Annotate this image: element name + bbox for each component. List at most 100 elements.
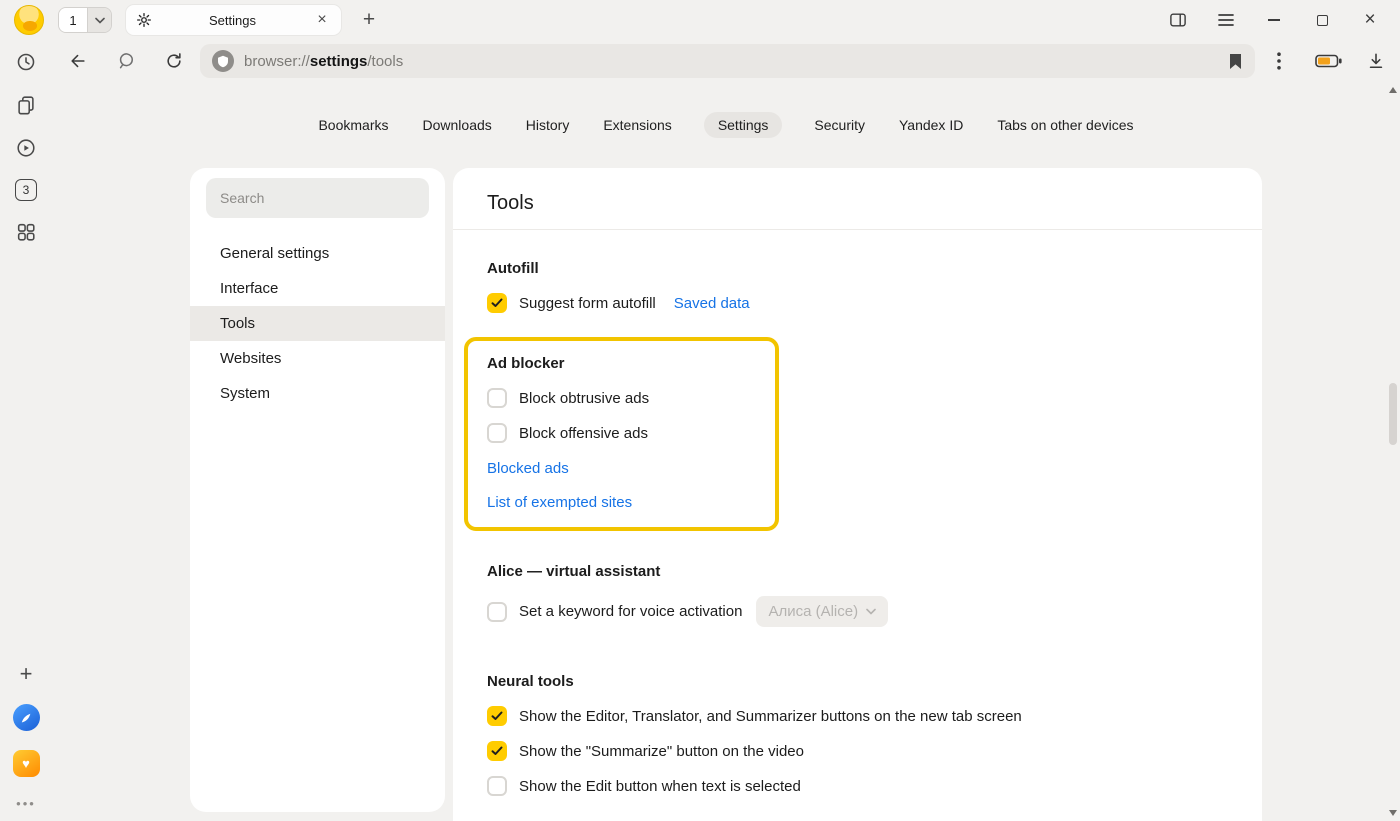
edit-selected-text-checkbox[interactable] [487,776,507,796]
section-neural-tools: Neural tools Show the Editor, Translator… [487,673,1228,796]
nav-security[interactable]: Security [812,112,867,138]
nav-bookmarks[interactable]: Bookmarks [316,112,390,138]
section-alice: Alice — virtual assistant Set a keyword … [487,563,1228,627]
profile-avatar[interactable] [14,5,44,35]
block-offensive-ads-checkbox[interactable] [487,423,507,443]
site-badge-icon[interactable] [212,50,234,72]
tab-count-badge[interactable]: 3 [15,179,37,201]
bookmark-flag-icon[interactable] [1228,53,1243,70]
nav-settings[interactable]: Settings [704,112,783,138]
nav-downloads[interactable]: Downloads [421,112,494,138]
settings-page: Bookmarks Downloads History Extensions S… [52,82,1400,821]
apps-grid-icon[interactable] [14,220,38,244]
sidebar-item-websites[interactable]: Websites [190,341,445,376]
downloads-icon[interactable] [1366,51,1386,71]
section-heading: Alice — virtual assistant [487,563,1228,580]
summarize-video-checkbox[interactable] [487,741,507,761]
refresh-icon[interactable] [162,49,186,73]
tab-settings[interactable]: Settings × [126,5,341,35]
gear-icon [136,12,152,28]
minimize-button[interactable] [1266,12,1282,28]
close-button[interactable]: × [1362,12,1378,28]
checkmark-icon [491,746,503,756]
checkbox-label: Show the Edit button when text is select… [519,778,801,795]
checkbox-label: Show the "Summarize" button on the video [519,743,804,760]
sidebar-item-label: Websites [220,350,281,367]
scroll-down-arrow-icon[interactable] [1389,810,1397,816]
dropdown-value: Алиса (Alice) [768,603,858,620]
search-input[interactable] [206,178,429,218]
checkbox-label: Block obtrusive ads [519,390,649,407]
suggest-autofill-checkbox[interactable] [487,293,507,313]
tab-count-value: 1 [59,8,87,32]
neural-row: Show the "Summarize" button on the video [487,741,1228,761]
tab-title: Settings [152,13,313,28]
sidebar-item-label: General settings [220,245,329,262]
sidebar-item-label: Tools [220,315,255,332]
nav-yandex-id[interactable]: Yandex ID [897,112,965,138]
nav-extensions[interactable]: Extensions [601,112,673,138]
tab-list-dropdown[interactable] [87,8,111,32]
history-icon[interactable] [14,50,38,74]
tab-close-icon[interactable]: × [313,11,331,29]
ad-blocker-row: Block obtrusive ads [487,388,755,408]
checkbox-label: Suggest form autofill [519,295,656,312]
favorites-heart-icon[interactable]: ♥ [13,750,40,777]
rail-add-icon[interactable]: + [20,663,33,685]
rail-more-icon[interactable]: ••• [16,796,36,811]
exempted-sites-link[interactable]: List of exempted sites [487,494,755,511]
yandex-browser-logo-icon[interactable] [13,704,40,731]
new-tab-button[interactable]: + [357,8,381,32]
chevron-down-icon [866,608,876,615]
tab-counter[interactable]: 1 [58,7,112,33]
sidebar-item-interface[interactable]: Interface [190,271,445,306]
checkbox-label: Block offensive ads [519,425,648,442]
chevron-down-icon [95,17,105,24]
section-heading: Neural tools [487,673,1228,690]
alice-row: Set a keyword for voice activation Алиса… [487,596,1228,627]
alice-keyword-dropdown[interactable]: Алиса (Alice) [756,596,888,627]
battery-icon[interactable] [1315,54,1342,68]
neural-row: Show the Edit button when text is select… [487,776,1228,796]
checkmark-icon [491,711,503,721]
back-icon[interactable] [66,49,90,73]
more-options-icon[interactable] [1269,52,1289,70]
sidebar-item-tools[interactable]: Tools [190,306,445,341]
sidebar-item-general-settings[interactable]: General settings [190,236,445,271]
editor-buttons-checkbox[interactable] [487,706,507,726]
neural-row: Show the Editor, Translator, and Summari… [487,706,1228,726]
browser-menu-icon[interactable] [1218,12,1234,28]
ad-blocker-highlight-frame: Ad blocker Block obtrusive ads Block off… [464,337,779,531]
url-path: /tools [367,53,403,70]
sidebar-item-label: Interface [220,280,278,297]
voice-keyword-checkbox[interactable] [487,602,507,622]
settings-top-nav: Bookmarks Downloads History Extensions S… [52,112,1400,138]
titlebar: 1 Settings × + × [0,0,1400,40]
toolbar-right [1255,51,1386,71]
nav-tabs-other-devices[interactable]: Tabs on other devices [995,112,1135,138]
scrollbar-thumb[interactable] [1389,383,1397,445]
section-heading: Ad blocker [487,355,755,372]
section-autofill: Autofill Suggest form autofill Saved dat… [487,260,1228,313]
saved-data-link[interactable]: Saved data [674,295,750,312]
autofill-row: Suggest form autofill Saved data [487,293,1228,313]
scroll-up-arrow-icon[interactable] [1389,87,1397,93]
page-title: Tools [453,168,1262,230]
sidebar-rail: 3 + ♥ ••• [0,40,52,821]
side-panel-icon[interactable] [1170,12,1186,28]
toolbar: browser://settings/tools [52,40,1400,82]
nav-history[interactable]: History [524,112,572,138]
maximize-button[interactable] [1314,12,1330,28]
address-bar[interactable]: browser://settings/tools [200,44,1255,78]
sidebar-item-system[interactable]: System [190,376,445,411]
settings-content-panel: Tools Autofill Suggest form autofill Sav… [453,168,1262,821]
bookmarks-collections-icon[interactable] [14,93,38,117]
url-prefix: browser:// [244,53,310,70]
block-obtrusive-ads-checkbox[interactable] [487,388,507,408]
blocked-ads-link[interactable]: Blocked ads [487,460,755,477]
checkbox-label: Set a keyword for voice activation [519,603,742,620]
video-play-icon[interactable] [14,136,38,160]
yandex-circle-icon[interactable] [114,49,138,73]
checkmark-icon [491,298,503,308]
page-scrollbar[interactable] [1386,82,1400,821]
